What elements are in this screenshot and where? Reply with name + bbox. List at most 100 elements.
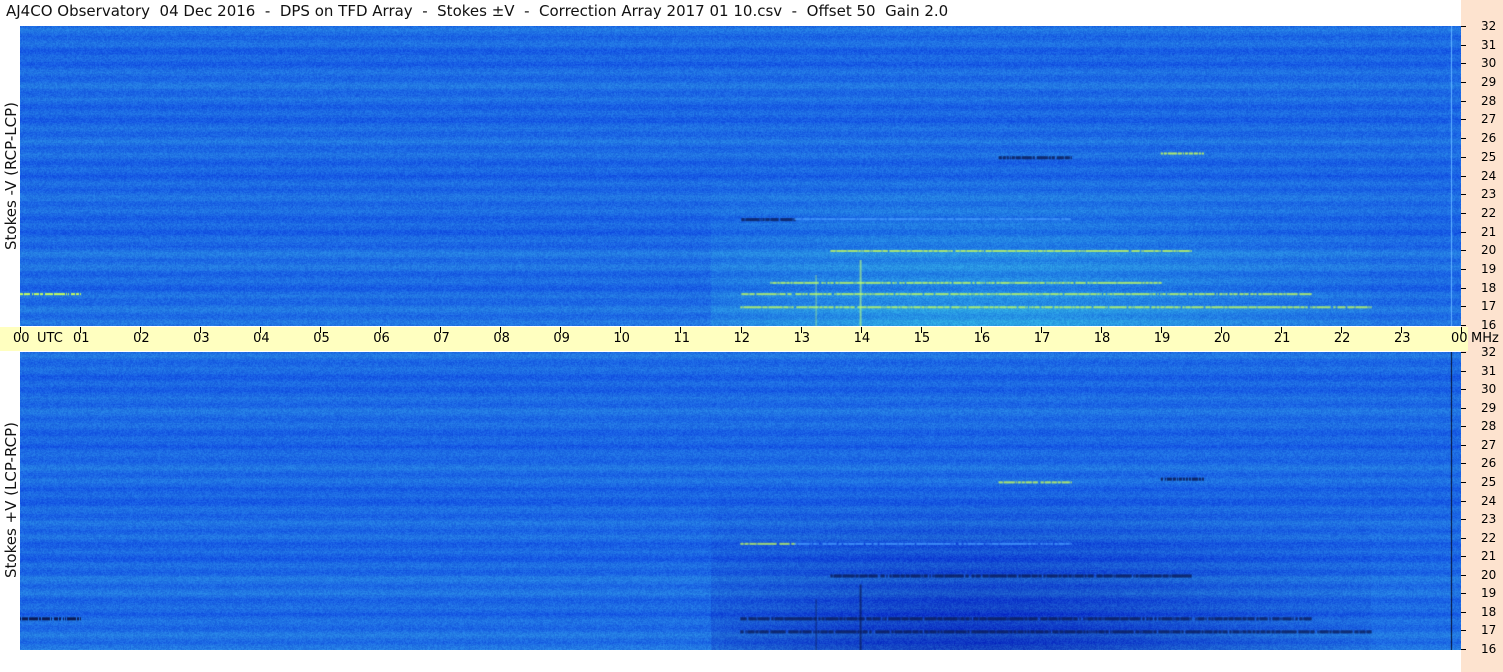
mhz-tick-label: 31	[1481, 363, 1497, 378]
mhz-tick	[1461, 371, 1466, 372]
mhz-tick	[1461, 482, 1466, 483]
mhz-tick	[1461, 408, 1466, 409]
utc-tick-label: 12	[733, 331, 751, 346]
mhz-tick-label: 17	[1481, 299, 1497, 314]
mhz-tick	[1461, 445, 1466, 446]
mhz-tick-label: 20	[1481, 567, 1497, 582]
utc-unit-label: UTC	[37, 331, 63, 346]
mhz-tick	[1461, 232, 1466, 233]
mhz-tick	[1461, 63, 1466, 64]
utc-tick-label: 14	[853, 331, 871, 346]
mhz-tick-label: 24	[1481, 493, 1497, 508]
mhz-tick-label: 22	[1481, 530, 1497, 545]
mhz-tick	[1461, 538, 1466, 539]
utc-tick-label: 04	[253, 331, 270, 346]
mhz-tick	[1461, 519, 1466, 520]
mhz-tick-label: 18	[1481, 280, 1497, 295]
mhz-tick-label: 25	[1481, 149, 1497, 164]
mhz-tick	[1461, 101, 1466, 102]
mhz-tick	[1461, 194, 1466, 195]
spectrogram-stokes-minus-v	[20, 26, 1461, 326]
mhz-tick-label: 24	[1481, 168, 1497, 183]
mhz-tick-label: 25	[1481, 474, 1497, 489]
mhz-tick	[1461, 269, 1466, 270]
mhz-tick	[1461, 26, 1466, 27]
mhz-tick-label: 27	[1481, 112, 1497, 127]
utc-tick-label: 02	[133, 331, 150, 346]
mhz-tick	[1461, 426, 1466, 427]
mhz-tick	[1461, 306, 1466, 307]
utc-tick-label: 08	[493, 331, 510, 346]
mhz-tick	[1461, 138, 1466, 139]
mhz-tick-label: 28	[1481, 93, 1497, 108]
utc-tick-label: 05	[313, 331, 330, 346]
mhz-tick-label: 32	[1481, 345, 1497, 359]
utc-tick-label: 03	[193, 331, 210, 346]
utc-tick-label: 01	[73, 331, 90, 346]
utc-tick-label: 21	[1273, 331, 1291, 346]
mhz-tick-label: 30	[1481, 382, 1497, 397]
mhz-tick-label: 23	[1481, 512, 1497, 527]
mhz-tick	[1461, 630, 1466, 631]
mhz-tick	[1461, 575, 1466, 576]
utc-tick-label: 09	[553, 331, 570, 346]
mhz-tick	[1461, 82, 1466, 83]
mhz-tick-label: 30	[1481, 56, 1497, 71]
utc-tick-label: 11	[673, 331, 690, 346]
mhz-tick-label: 22	[1481, 205, 1497, 220]
mhz-tick	[1461, 612, 1466, 613]
mhz-tick	[1461, 119, 1466, 120]
mhz-tick-label: 26	[1481, 131, 1497, 146]
mhz-tick	[1461, 288, 1466, 289]
mhz-tick	[1461, 325, 1466, 326]
utc-tick-label: 19	[1153, 331, 1171, 346]
utc-tick-label: 20	[1213, 331, 1231, 346]
mhz-tick	[1461, 157, 1466, 158]
mhz-tick-label: 32	[1481, 19, 1497, 33]
mhz-tick-label: 28	[1481, 419, 1497, 434]
mhz-tick-label: 16	[1481, 318, 1497, 332]
mhz-tick-label: 18	[1481, 604, 1497, 619]
mhz-tick	[1461, 45, 1466, 46]
mhz-tick	[1461, 556, 1466, 557]
mhz-tick	[1461, 463, 1466, 464]
utc-tick-label: 23	[1393, 331, 1411, 346]
utc-tick-label: 18	[1093, 331, 1111, 346]
utc-tick-label: 00	[13, 331, 30, 346]
mhz-tick-label: 31	[1481, 37, 1497, 52]
mhz-unit-label: MHz	[1471, 331, 1499, 346]
utc-tick-label: 06	[373, 331, 390, 346]
mhz-tick	[1461, 176, 1466, 177]
mhz-tick	[1461, 593, 1466, 594]
mhz-tick-label: 17	[1481, 623, 1497, 638]
utc-tick-label: 17	[1033, 331, 1051, 346]
spectrogram-stokes-plus-v	[20, 352, 1461, 650]
mhz-tick-label: 19	[1481, 261, 1497, 276]
utc-tick-label: 13	[793, 331, 811, 346]
ylabel-stokes-plus-v: Stokes +V (LCP-RCP)	[2, 422, 20, 578]
chart-title: AJ4CO Observatory 04 Dec 2016 - DPS on T…	[6, 2, 949, 20]
utc-tick-label: 10	[613, 331, 630, 346]
mhz-tick-label: 26	[1481, 456, 1497, 471]
mhz-tick-label: 19	[1481, 586, 1497, 601]
mhz-tick-label: 23	[1481, 187, 1497, 202]
mhz-tick-label: 20	[1481, 243, 1497, 258]
mhz-tick-label: 21	[1481, 224, 1497, 239]
mhz-tick	[1461, 213, 1466, 214]
utc-tick-label: 22	[1333, 331, 1351, 346]
mhz-tick	[1461, 389, 1466, 390]
mhz-tick-label: 29	[1481, 400, 1497, 415]
utc-tick-label: 07	[433, 331, 450, 346]
utc-tick-label: 00	[1451, 331, 1468, 346]
utc-tick-label: 16	[973, 331, 991, 346]
ylabel-stokes-minus-v: Stokes -V (RCP-LCP)	[2, 102, 20, 250]
utc-tick-label: 15	[913, 331, 931, 346]
mhz-tick-label: 27	[1481, 437, 1497, 452]
mhz-tick-label: 16	[1481, 642, 1497, 656]
mhz-tick	[1461, 250, 1466, 251]
mhz-tick	[1461, 501, 1466, 502]
mhz-tick	[1461, 352, 1466, 353]
mhz-tick-label: 21	[1481, 549, 1497, 564]
mhz-tick	[1461, 649, 1466, 650]
mhz-tick-label: 29	[1481, 75, 1497, 90]
